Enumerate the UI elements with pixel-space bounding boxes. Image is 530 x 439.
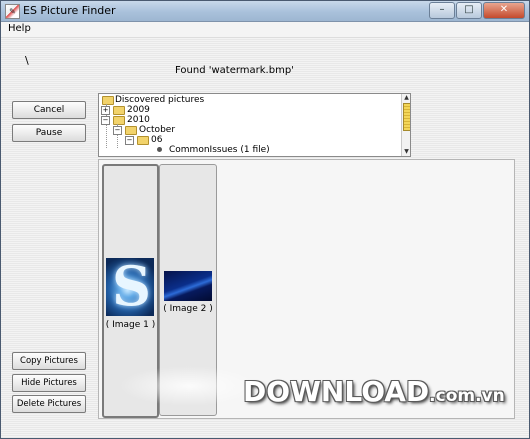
collapse-icon[interactable]: − bbox=[113, 126, 122, 135]
folder-icon bbox=[125, 126, 137, 135]
app-window: ✎ ES Picture Finder – □ ✕ Help \ Found '… bbox=[0, 0, 530, 439]
maximize-button[interactable]: □ bbox=[456, 2, 482, 19]
scroll-up-arrow-icon[interactable]: ▲ bbox=[402, 94, 410, 102]
menu-bar: Help bbox=[1, 22, 529, 38]
watermark-suffix: .com.vn bbox=[429, 386, 505, 406]
tree-item-commonissues[interactable]: CommonIssues (1 file) bbox=[169, 145, 270, 155]
close-button[interactable]: ✕ bbox=[483, 2, 525, 19]
tree-item-2009[interactable]: 2009 bbox=[127, 105, 150, 115]
minimize-button[interactable]: – bbox=[429, 2, 455, 19]
tree-item-october[interactable]: October bbox=[139, 125, 175, 135]
title-bar[interactable]: ✎ ES Picture Finder – □ ✕ bbox=[1, 1, 529, 22]
current-path: \ bbox=[25, 54, 29, 67]
copy-pictures-button[interactable]: Copy Pictures bbox=[12, 352, 86, 370]
tree-item-2010[interactable]: 2010 bbox=[127, 115, 150, 125]
image-caption-1: ( Image 1 ) bbox=[105, 320, 156, 330]
folder-icon bbox=[102, 96, 114, 105]
collapse-icon[interactable]: − bbox=[125, 136, 134, 145]
main-content: \ Found 'watermark.bmp' Cancel Pause Dis… bbox=[1, 38, 529, 438]
found-status: Found 'watermark.bmp' bbox=[175, 65, 294, 76]
window-controls: – □ ✕ bbox=[428, 2, 525, 19]
pause-button[interactable]: Pause bbox=[12, 124, 86, 142]
image-thumbnail-2[interactable] bbox=[164, 271, 212, 301]
collapse-icon[interactable]: − bbox=[101, 116, 110, 125]
file-dot-icon bbox=[157, 147, 162, 152]
image-caption-2: ( Image 2 ) bbox=[163, 304, 213, 314]
folder-icon bbox=[113, 116, 125, 125]
window-title: ES Picture Finder bbox=[23, 4, 116, 17]
delete-pictures-button[interactable]: Delete Pictures bbox=[12, 395, 86, 413]
hide-pictures-button[interactable]: Hide Pictures bbox=[12, 374, 86, 392]
s-logo-icon: S bbox=[112, 254, 151, 318]
menu-help[interactable]: Help bbox=[8, 23, 31, 34]
tree-root-label[interactable]: Discovered pictures bbox=[115, 95, 204, 105]
tree-scrollbar[interactable]: ▲ ▼ bbox=[401, 94, 410, 156]
watermark-glow bbox=[119, 366, 259, 406]
image-thumbnail-1[interactable]: S bbox=[106, 254, 154, 318]
scrollbar-thumb[interactable] bbox=[403, 103, 410, 131]
tree-item-06[interactable]: 06 bbox=[151, 135, 162, 145]
watermark-text: DOWNLOAD bbox=[243, 375, 430, 408]
expand-icon[interactable]: + bbox=[101, 106, 110, 115]
folder-icon bbox=[113, 106, 125, 115]
discovered-pictures-tree[interactable]: Discovered pictures + 2009 − 2010 − Octo… bbox=[98, 93, 411, 157]
scroll-down-arrow-icon[interactable]: ▼ bbox=[402, 148, 410, 156]
folder-icon bbox=[137, 136, 149, 145]
download-watermark: DOWNLOAD.com.vn bbox=[243, 375, 505, 408]
cancel-button[interactable]: Cancel bbox=[12, 101, 86, 119]
app-icon: ✎ bbox=[5, 4, 20, 19]
